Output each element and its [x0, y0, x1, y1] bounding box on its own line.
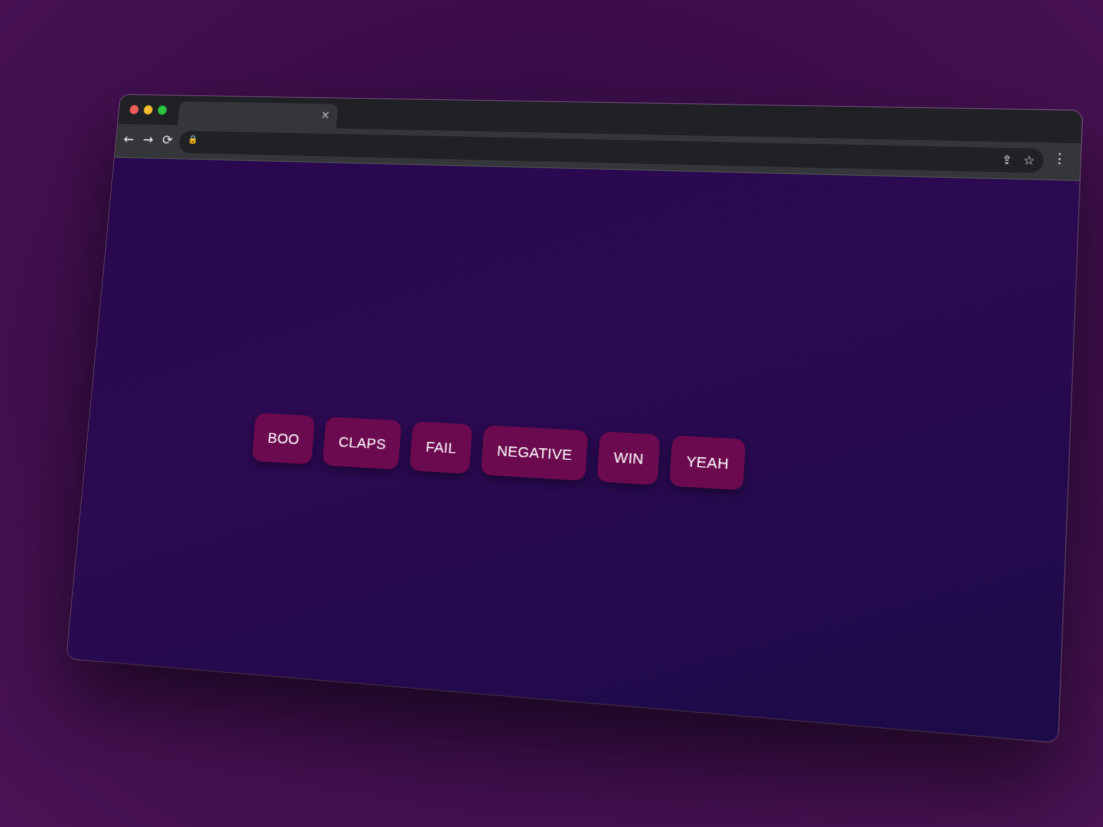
sound-button-yeah[interactable]: YEAH	[669, 435, 746, 491]
close-window-icon[interactable]	[129, 105, 139, 115]
maximize-window-icon[interactable]	[157, 105, 168, 115]
sound-button-boo[interactable]: BOO	[251, 412, 316, 465]
sound-button-negative[interactable]: NEGATIVE	[480, 425, 589, 481]
page-viewport: BOO CLAPS FAIL NEGATIVE WIN YEAH	[66, 157, 1080, 743]
navigation-buttons: ← → ⟳	[123, 132, 174, 148]
sound-button-win[interactable]: WIN	[597, 431, 661, 486]
browser-window: × ← → ⟳ 🔒 ⇪ ☆ ⋮ BOO CLAPS FAIL NEGATIVE …	[66, 94, 1083, 743]
address-bar-actions: ⇪ ☆	[1001, 152, 1035, 169]
tab-close-icon[interactable]: ×	[320, 108, 330, 121]
sound-button-fail[interactable]: FAIL	[409, 421, 473, 474]
share-icon[interactable]: ⇪	[1001, 152, 1012, 168]
browser-menu-icon[interactable]: ⋮	[1052, 151, 1068, 168]
minimize-window-icon[interactable]	[143, 105, 153, 115]
browser-tab[interactable]: ×	[177, 101, 339, 129]
reload-icon[interactable]: ⟳	[161, 133, 173, 148]
sound-button-claps[interactable]: CLAPS	[322, 416, 403, 470]
sound-button-row: BOO CLAPS FAIL NEGATIVE WIN YEAH	[87, 404, 1069, 510]
bookmark-star-icon[interactable]: ☆	[1023, 152, 1035, 168]
back-icon[interactable]: ←	[123, 132, 135, 147]
window-controls	[129, 105, 168, 115]
scene: × ← → ⟳ 🔒 ⇪ ☆ ⋮ BOO CLAPS FAIL NEGATIVE …	[0, 0, 1103, 827]
lock-icon[interactable]: 🔒	[187, 136, 198, 145]
forward-icon[interactable]: →	[142, 133, 154, 148]
